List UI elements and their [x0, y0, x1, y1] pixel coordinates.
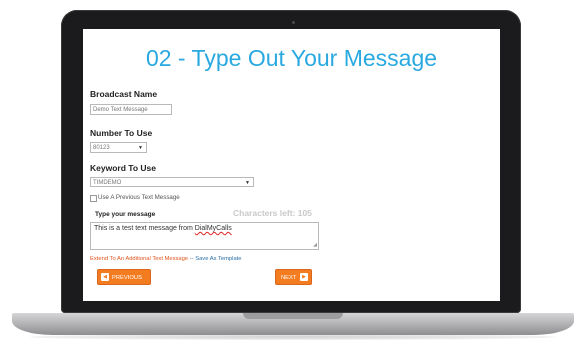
previous-message-checkbox[interactable]: [90, 195, 97, 202]
chevron-down-icon: ▼: [138, 145, 143, 151]
number-select-value: 80123: [93, 145, 110, 151]
chevron-down-icon: ▼: [245, 180, 250, 186]
previous-message-label: Use A Previous Text Message: [98, 194, 180, 201]
page-title: 02 - Type Out Your Message: [145, 45, 438, 71]
extend-message-link[interactable]: Extend To An Additional Text Message: [90, 256, 188, 262]
message-links: Extend To An Additional Text Message -- …: [90, 256, 242, 262]
resize-handle-icon[interactable]: ◢: [313, 242, 317, 248]
message-brand-word: DialMyCalls: [194, 225, 232, 232]
keyword-to-use-label: Keyword To Use: [90, 163, 156, 173]
previous-button-label: PREVIOUS: [112, 275, 142, 281]
message-label: Type your message: [95, 211, 156, 218]
laptop-screen: 02 - Type Out Your Message Broadcast Nam…: [83, 29, 500, 301]
characters-left: Characters left: 105: [233, 208, 312, 218]
chevron-left-icon: ◀: [101, 273, 109, 281]
link-separator: --: [189, 256, 194, 262]
number-to-use-label: Number To Use: [90, 128, 153, 138]
broadcast-name-input[interactable]: Demo Text Message: [90, 104, 172, 115]
next-button-label: NEXT: [281, 275, 297, 281]
keyword-select-value: TIMDEMO: [93, 180, 122, 186]
broadcast-name-label: Broadcast Name: [90, 89, 158, 99]
next-button[interactable]: NEXT ▶: [275, 269, 312, 285]
chevron-right-icon: ▶: [300, 273, 308, 281]
message-textarea[interactable]: This is a test text message from DialMyC…: [90, 222, 319, 250]
webcam: [292, 21, 295, 24]
message-text: This is a test text message from: [94, 225, 195, 232]
previous-button[interactable]: ◀ PREVIOUS: [97, 269, 151, 285]
save-template-link[interactable]: Save As Template: [195, 256, 241, 262]
keyword-select[interactable]: TIMDEMO ▼: [90, 177, 254, 187]
laptop-notch: [243, 313, 343, 319]
number-select[interactable]: 80123 ▼: [90, 142, 147, 153]
